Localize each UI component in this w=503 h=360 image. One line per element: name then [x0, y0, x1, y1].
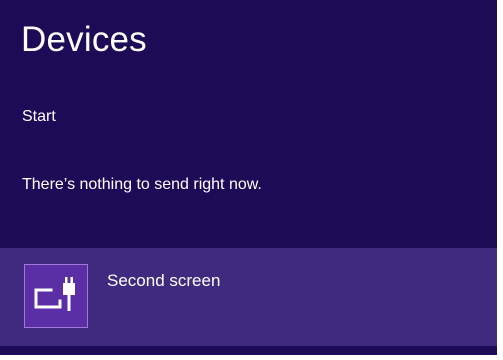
second-screen-icon [34, 277, 75, 311]
status-message: There’s nothing to send right now. [22, 176, 262, 193]
panel-subtitle: Start [22, 108, 56, 125]
device-label: Second screen [107, 271, 221, 290]
panel-title: Devices [21, 20, 147, 59]
device-item-second-screen[interactable]: Second screen [0, 248, 497, 346]
device-icon-tile [24, 264, 88, 328]
devices-charm-panel: Devices Start There’s nothing to send ri… [0, 0, 497, 355]
